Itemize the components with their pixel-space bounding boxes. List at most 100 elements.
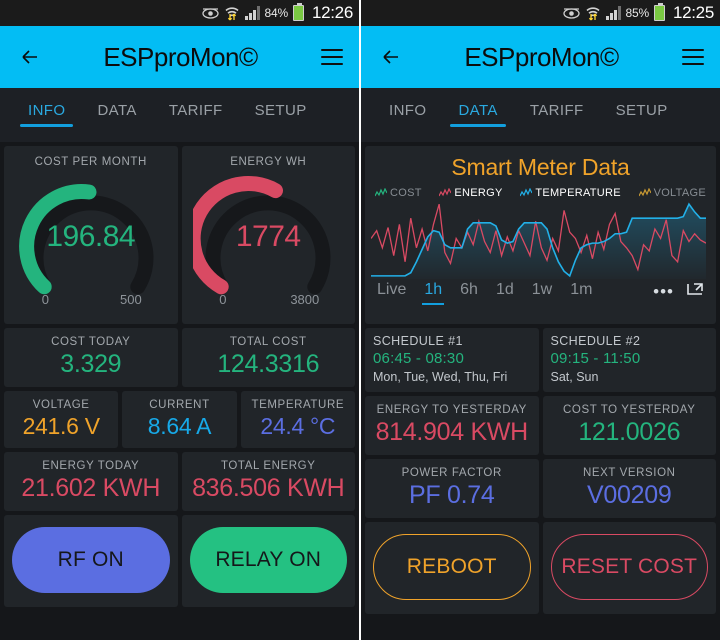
eye-icon: [562, 7, 580, 20]
gauge-min: 0: [41, 292, 49, 307]
status-bar-left: 84% 12:26: [0, 0, 359, 26]
stat-label: TOTAL COST: [229, 336, 307, 348]
stat-cost-to-yesterday: COST TO YESTERDAY 121.0026: [542, 396, 716, 455]
tab-tariff[interactable]: TARIFF: [153, 102, 239, 127]
stat-value: 124.3316: [217, 350, 320, 378]
gauge-max: 3800: [290, 292, 320, 307]
battery-icon: [292, 3, 304, 21]
tab-data[interactable]: DATA: [81, 102, 152, 127]
reboot-button-card: REBOOT: [365, 522, 539, 614]
legend-item-energy[interactable]: ENERGY: [439, 187, 502, 199]
schedule-time: 06:45 - 08:30: [373, 350, 465, 367]
range-1d[interactable]: 1d: [487, 281, 523, 305]
gauge-energy-wh: ENERGY WH 1774 0 3800: [181, 146, 355, 324]
chart-legend: COST ENERGY TEMPERATURE VOLTAGE: [371, 181, 710, 199]
stat-label: TOTAL ENERGY: [220, 460, 316, 472]
range-1m[interactable]: 1m: [561, 281, 601, 305]
legend-item-voltage[interactable]: VOLTAGE: [638, 187, 706, 199]
tab-info[interactable]: INFO: [12, 102, 81, 127]
stat-label: TEMPERATURE: [251, 399, 345, 411]
clock-right: 12:25: [672, 3, 714, 22]
stat-voltage: VOLTAGE 241.6 V: [4, 391, 119, 448]
gauges-row: COST PER MONTH 196.84 0 500 ENERGY WH 17…: [4, 146, 355, 324]
stat-value: 24.4 °C: [260, 413, 336, 439]
clock-left: 12:26: [311, 3, 353, 22]
stat-label: VOLTAGE: [32, 399, 90, 411]
info-content: COST PER MONTH 196.84 0 500 ENERGY WH 17…: [0, 142, 359, 607]
stat-temperature: TEMPERATURE 24.4 °C: [240, 391, 355, 448]
gauge-arc-energy: 1774 0 3800: [193, 170, 343, 310]
legend-label: TEMPERATURE: [535, 187, 621, 199]
tab-data[interactable]: DATA: [442, 102, 513, 127]
panel-info: 84% 12:26 ESPproMon© INFO DATA TARIFF SE…: [0, 0, 359, 640]
schedule-title: SCHEDULE #1: [373, 334, 463, 348]
electrical-row: VOLTAGE 241.6 V CURRENT 8.64 A TEMPERATU…: [4, 391, 355, 448]
more-options-icon[interactable]: •••: [653, 283, 674, 300]
eye-icon: [201, 7, 219, 20]
stat-cost-today: COST TODAY 3.329: [4, 328, 178, 387]
gauge-min: 0: [219, 292, 227, 307]
schedule-1-card[interactable]: SCHEDULE #1 06:45 - 08:30 Mon, Tue, Wed,…: [365, 328, 539, 392]
reset-cost-button[interactable]: RESET COST: [550, 534, 708, 600]
range-1w[interactable]: 1w: [523, 281, 561, 305]
stat-value: V00209: [587, 481, 672, 509]
tab-tariff[interactable]: TARIFF: [514, 102, 600, 127]
legend-item-temperature[interactable]: TEMPERATURE: [520, 187, 621, 199]
rf-toggle-button[interactable]: RF ON: [12, 527, 170, 593]
yesterday-row: ENERGY TO YESTERDAY 814.904 KWH COST TO …: [365, 396, 716, 455]
menu-icon[interactable]: [682, 44, 704, 70]
stat-label: COST TO YESTERDAY: [563, 404, 696, 416]
tab-setup[interactable]: SETUP: [600, 102, 684, 127]
buttons-row: RF ON RELAY ON: [4, 515, 355, 607]
legend-item-cost[interactable]: COST: [375, 187, 422, 199]
tab-setup[interactable]: SETUP: [239, 102, 323, 127]
stat-power-factor: POWER FACTOR PF 0.74: [365, 459, 539, 518]
stat-value: 814.904 KWH: [375, 418, 529, 446]
reset-cost-button-card: RESET COST: [542, 522, 716, 614]
gauge-max: 500: [120, 292, 142, 307]
gauge-value: 1774: [235, 220, 301, 253]
schedule-days: Mon, Tue, Wed, Thu, Fri: [373, 370, 508, 384]
back-arrow-icon[interactable]: [377, 42, 407, 72]
legend-label: COST: [390, 187, 422, 199]
expand-icon[interactable]: [686, 281, 704, 302]
schedule-time: 09:15 - 11:50: [550, 350, 641, 367]
status-bar-right: 85% 12:25: [361, 0, 720, 26]
stat-label: ENERGY TO YESTERDAY: [376, 404, 527, 416]
menu-icon[interactable]: [321, 44, 343, 70]
gauge-cost-per-month: COST PER MONTH 196.84 0 500: [4, 146, 178, 324]
stat-value: 241.6 V: [22, 413, 100, 439]
cost-row: COST TODAY 3.329 TOTAL COST 124.3316: [4, 328, 355, 387]
sparkline-icon: [520, 188, 533, 197]
rf-button-card: RF ON: [4, 515, 178, 607]
stat-value: 21.602 KWH: [21, 474, 161, 502]
pf-version-row: POWER FACTOR PF 0.74 NEXT VERSION V00209: [365, 459, 716, 518]
relay-toggle-button[interactable]: RELAY ON: [189, 527, 347, 593]
stat-value: PF 0.74: [409, 481, 495, 509]
app-title-left: ESPproMon©: [103, 41, 258, 72]
app-screenshot: 84% 12:26 ESPproMon© INFO DATA TARIFF SE…: [0, 0, 720, 640]
schedule-title: SCHEDULE #2: [550, 334, 641, 348]
back-arrow-icon[interactable]: [16, 42, 46, 72]
chart-plot[interactable]: [371, 201, 710, 279]
sparkline-icon: [375, 188, 387, 197]
wifi-transfer-icon: [224, 6, 240, 21]
tab-info[interactable]: INFO: [373, 102, 442, 127]
reboot-button[interactable]: REBOOT: [373, 534, 531, 600]
action-buttons-row: REBOOT RESET COST: [365, 522, 716, 614]
app-bar-right: ESPproMon©: [361, 26, 720, 88]
stat-label: CURRENT: [149, 399, 210, 411]
range-live[interactable]: Live: [373, 281, 415, 305]
gauge-arc-cost: 196.84 0 500: [16, 170, 166, 310]
battery-percent-left: 84%: [264, 6, 289, 20]
chart-row: Smart Meter Data COST ENERGY TEMPERATURE…: [365, 146, 716, 324]
gauge-label: COST PER MONTH: [34, 156, 147, 168]
sparkline-icon: [638, 188, 651, 197]
stat-label: ENERGY TODAY: [42, 460, 140, 472]
schedule-2-card[interactable]: SCHEDULE #2 09:15 - 11:50 Sat, Sun: [542, 328, 716, 392]
range-1h[interactable]: 1h: [415, 281, 451, 305]
stat-value: 8.64 A: [147, 413, 212, 439]
stat-value: 3.329: [60, 350, 122, 378]
gauge-value: 196.84: [46, 220, 136, 253]
range-6h[interactable]: 6h: [451, 281, 487, 305]
